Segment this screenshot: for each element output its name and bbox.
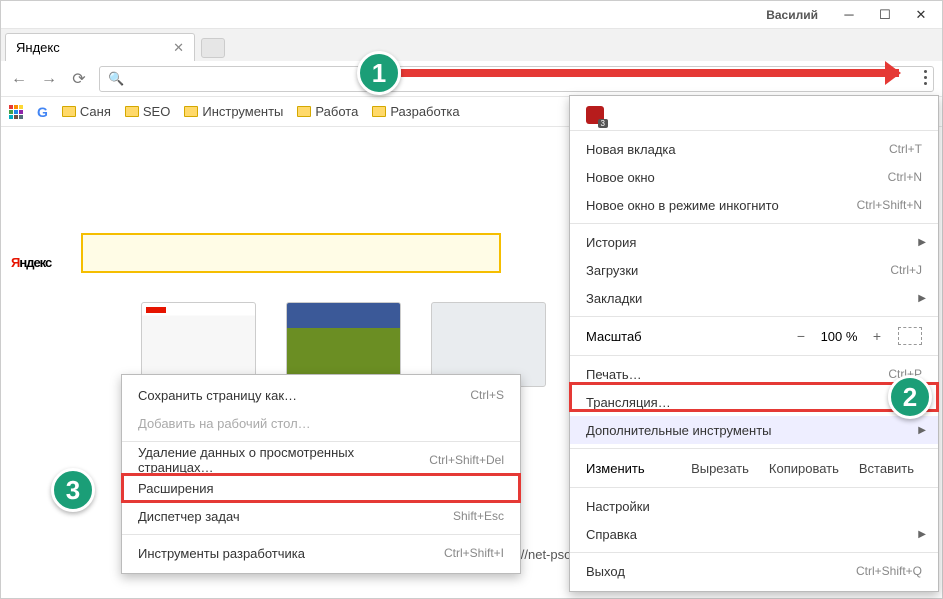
reload-button[interactable]: ⟳	[69, 69, 89, 89]
fullscreen-button[interactable]	[898, 327, 922, 345]
menu-print[interactable]: Печать…Ctrl+P	[570, 360, 938, 388]
ublock-icon[interactable]	[586, 106, 604, 124]
minimize-button[interactable]: ─	[834, 4, 864, 26]
paste-button[interactable]: Вставить	[851, 461, 922, 476]
zoom-out-button[interactable]: −	[788, 328, 814, 344]
more-tools-submenu: Сохранить страницу как…Ctrl+S Добавить н…	[121, 374, 521, 574]
submenu-task-manager[interactable]: Диспетчер задачShift+Esc	[122, 502, 520, 530]
yandex-search-input[interactable]	[81, 233, 501, 273]
menu-zoom-row: Масштаб − 100 % +	[570, 321, 938, 351]
annotation-badge-1: 1	[357, 51, 401, 95]
submenu-save-as[interactable]: Сохранить страницу как…Ctrl+S	[122, 381, 520, 409]
maximize-button[interactable]: ☐	[870, 4, 900, 26]
menu-button[interactable]	[914, 65, 936, 89]
menu-bookmarks[interactable]: Закладки▶	[570, 284, 938, 312]
back-button[interactable]: ←	[9, 70, 29, 88]
menu-help[interactable]: Справка▶	[570, 520, 938, 548]
menu-new-tab[interactable]: Новая вкладкаCtrl+T	[570, 135, 938, 163]
annotation-badge-3: 3	[51, 468, 95, 512]
tab-title: Яндекс	[16, 40, 60, 55]
yandex-logo: Яндекс	[11, 227, 51, 278]
zoom-in-button[interactable]: +	[864, 328, 890, 344]
window-user: Василий	[766, 8, 818, 22]
folder-icon	[125, 106, 139, 117]
bookmark-item[interactable]: SEO	[125, 104, 170, 119]
folder-icon	[62, 106, 76, 117]
search-icon: 🔍	[108, 71, 124, 87]
copy-button[interactable]: Копировать	[761, 461, 847, 476]
chevron-right-icon: ▶	[918, 293, 926, 304]
submenu-dev-tools[interactable]: Инструменты разработчикаCtrl+Shift+I	[122, 539, 520, 567]
zoom-value: 100 %	[814, 329, 864, 344]
tab-close-icon[interactable]: ✕	[173, 40, 184, 56]
submenu-clear-data[interactable]: Удаление данных о просмотренных страница…	[122, 446, 520, 474]
folder-icon	[372, 106, 386, 117]
menu-exit[interactable]: ВыходCtrl+Shift+Q	[570, 557, 938, 585]
folder-icon	[184, 106, 198, 117]
toolbar: ← → ⟳ 🔍	[1, 61, 942, 97]
menu-downloads[interactable]: ЗагрузкиCtrl+J	[570, 256, 938, 284]
chevron-right-icon: ▶	[918, 237, 926, 248]
bookmark-google[interactable]: G	[37, 104, 48, 120]
forward-button[interactable]: →	[39, 70, 59, 88]
bookmark-item[interactable]: Инструменты	[184, 104, 283, 119]
tab-yandex[interactable]: Яндекс ✕	[5, 33, 195, 61]
folder-icon	[297, 106, 311, 117]
annotation-arrow-1	[401, 69, 899, 77]
close-button[interactable]: ✕	[906, 4, 936, 26]
menu-more-tools[interactable]: Дополнительные инструменты▶	[570, 416, 938, 444]
new-tab-button[interactable]	[201, 38, 225, 58]
apps-button[interactable]	[9, 105, 23, 119]
submenu-extensions[interactable]: Расширения	[122, 474, 520, 502]
menu-settings[interactable]: Настройки	[570, 492, 938, 520]
tab-bar: Яндекс ✕	[1, 29, 942, 61]
annotation-badge-2: 2	[888, 375, 932, 419]
bookmark-item[interactable]: Разработка	[372, 104, 459, 119]
chevron-right-icon: ▶	[918, 529, 926, 540]
menu-edit-row: Изменить Вырезать Копировать Вставить	[570, 453, 938, 483]
menu-cast[interactable]: Трансляция…	[570, 388, 938, 416]
menu-new-window[interactable]: Новое окноCtrl+N	[570, 163, 938, 191]
cut-button[interactable]: Вырезать	[683, 461, 757, 476]
submenu-add-desktop: Добавить на рабочий стол…	[122, 409, 520, 437]
chevron-right-icon: ▶	[918, 425, 926, 436]
google-icon: G	[37, 104, 48, 120]
bookmark-item[interactable]: Работа	[297, 104, 358, 119]
chrome-main-menu: Новая вкладкаCtrl+T Новое окноCtrl+N Нов…	[569, 95, 939, 592]
menu-incognito[interactable]: Новое окно в режиме инкогнитоCtrl+Shift+…	[570, 191, 938, 219]
bookmark-item[interactable]: Саня	[62, 104, 111, 119]
menu-history[interactable]: История▶	[570, 228, 938, 256]
